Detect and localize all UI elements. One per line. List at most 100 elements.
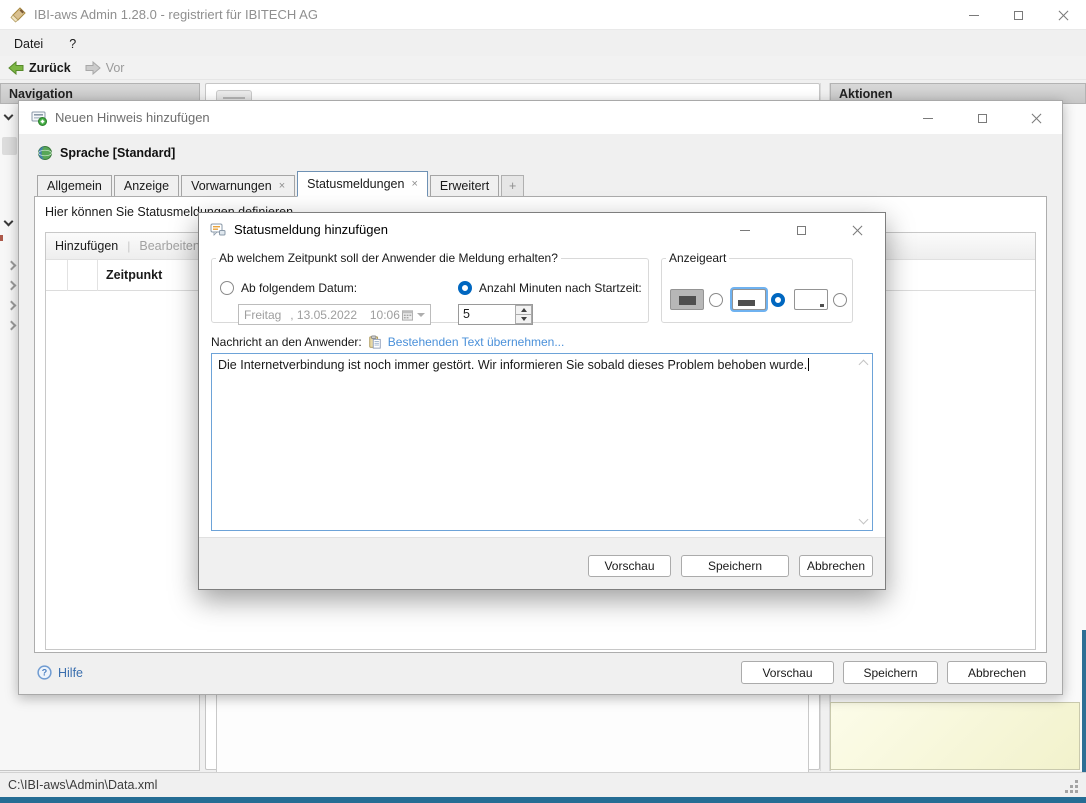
status-dialog-icon [210,222,226,238]
dropdown-caret-icon[interactable] [417,313,425,317]
minutes-option[interactable]: Anzahl Minuten nach Startzeit: [458,281,642,295]
display-option-windowed[interactable] [794,289,847,310]
close-icon[interactable] [1016,102,1056,134]
status-dialog-footer: Vorschau Speichern Abbrechen [199,537,885,589]
toolbar: Zurück Vor [0,56,1086,80]
tree-expander-right-icon[interactable] [7,261,17,271]
list-edit-button[interactable]: Bearbeiten [139,239,199,253]
message-row: Nachricht an den Anwender: Bestehenden T… [211,335,564,349]
tab-allgemein[interactable]: Allgemein [37,175,112,197]
status-dialog-buttons: Vorschau Speichern Abbrechen [588,555,873,577]
close-icon[interactable] [1041,0,1086,30]
window-title: IBI-aws Admin 1.28.0 - registriert für I… [34,7,318,22]
window-bottom-edge [0,797,1086,803]
take-existing-text-link[interactable]: Bestehenden Text übernehmen... [388,335,565,349]
date-time: 10:06 [370,308,400,322]
date-radio[interactable] [220,281,234,295]
language-label: Sprache [Standard] [60,146,175,160]
tree-expander-right-icon[interactable] [7,281,17,291]
minutes-spinner[interactable]: 5 [458,304,533,325]
screen: IBI-aws Admin 1.28.0 - registriert für I… [0,0,1086,803]
cancel-button[interactable]: Abbrechen [947,661,1047,684]
maximize-icon[interactable] [996,0,1041,30]
column-header-zeitpunkt[interactable]: Zeitpunkt [106,260,162,291]
hint-dialog-titlebar: Neuen Hinweis hinzufügen [19,101,1062,134]
cancel-button[interactable]: Abbrechen [799,555,873,577]
plus-icon: + [509,179,516,193]
hint-dialog-tabs: Allgemein Anzeige Vorwarnungen× Statusme… [37,171,524,197]
tree-expander-down-icon[interactable] [4,111,14,121]
fullscreen-radio[interactable] [709,293,723,307]
preview-button[interactable]: Vorschau [741,661,834,684]
minimize-icon[interactable] [908,102,948,134]
main-window-controls [951,0,1086,30]
save-button[interactable]: Speichern [843,661,938,684]
forward-arrow-icon [85,61,101,75]
tab-close-icon[interactable]: × [279,181,285,192]
tree-selected-item[interactable] [2,137,17,155]
hint-dialog-title: Neuen Hinweis hinzufügen [55,110,210,125]
tab-anzeige[interactable]: Anzeige [114,175,179,197]
resize-grip-icon[interactable] [1075,780,1078,783]
minimize-icon[interactable] [951,0,996,30]
globe-icon [37,145,53,161]
tab-add[interactable]: + [501,175,524,197]
tree-item-icon [0,235,3,241]
tab-close-icon[interactable]: × [411,179,417,190]
date-option[interactable]: Ab folgendem Datum: [220,281,357,295]
hint-dialog-icon [31,110,47,126]
hint-dialog-footer: ? Hilfe Vorschau Speichern Abbrechen [19,651,1062,694]
minutes-value[interactable]: 5 [459,305,515,324]
tree-expander-right-icon[interactable] [7,321,17,331]
status-message-dialog: Statusmeldung hinzufügen Ab welchem Zeit… [198,212,886,590]
paste-text-icon[interactable] [368,335,382,349]
main-titlebar: IBI-aws Admin 1.28.0 - registriert für I… [0,0,1086,30]
language-selector[interactable]: Sprache [Standard] [37,145,175,161]
hint-dialog-window-controls [908,102,1056,134]
banner-radio[interactable] [771,293,785,307]
spinner-buttons [515,305,532,324]
date-picker[interactable]: Freitag , 13.05.2022 10:06 [238,304,431,325]
tab-erweitert[interactable]: Erweitert [430,175,499,197]
tab-vorwarnungen[interactable]: Vorwarnungen× [181,175,295,197]
back-arrow-icon [8,61,24,75]
fullscreen-thumbnail-icon[interactable] [670,289,704,310]
menu-help[interactable]: ? [69,37,76,51]
list-add-button[interactable]: Hinzufügen [55,239,118,253]
display-option-banner[interactable] [732,289,785,310]
tree-expander-right-icon[interactable] [7,301,17,311]
statusbar: C:\IBI-aws\Admin\Data.xml [0,772,1086,797]
minutes-option-label: Anzahl Minuten nach Startzeit: [479,281,642,295]
message-label: Nachricht an den Anwender: [211,335,362,349]
back-button[interactable]: Zurück [8,61,71,75]
status-dialog-title: Statusmeldung hinzufügen [234,222,388,237]
tab-statusmeldungen[interactable]: Statusmeldungen× [297,171,428,197]
maximize-icon[interactable] [962,102,1002,134]
windowed-thumbnail-icon[interactable] [794,289,828,310]
windowed-radio[interactable] [833,293,847,307]
spin-down-icon[interactable] [515,315,532,324]
forward-button[interactable]: Vor [85,61,125,75]
minimize-icon[interactable] [725,214,765,246]
tree-expander-down-icon[interactable] [4,217,14,227]
banner-thumbnail-icon[interactable] [732,289,766,310]
calendar-icon[interactable] [402,309,413,321]
scroll-down-icon[interactable] [859,515,869,525]
toolbar-separator: | [127,239,130,253]
message-textarea[interactable]: Die Internetverbindung ist noch immer ge… [211,353,873,531]
actions-note-box [830,702,1080,770]
preview-button[interactable]: Vorschau [588,555,671,577]
scroll-up-icon[interactable] [859,360,869,370]
save-button[interactable]: Speichern [681,555,789,577]
spin-up-icon[interactable] [515,305,532,315]
display-option-fullscreen[interactable] [670,289,723,310]
status-dialog-window-controls [725,214,877,246]
minutes-radio[interactable] [458,281,472,295]
menu-datei[interactable]: Datei [14,37,43,51]
close-icon[interactable] [837,214,877,246]
date-value: , 13.05.2022 [290,308,370,322]
help-link[interactable]: ? Hilfe [37,665,83,680]
maximize-icon[interactable] [781,214,821,246]
message-text: Die Internetverbindung ist noch immer ge… [218,358,807,372]
status-dialog-titlebar: Statusmeldung hinzufügen [199,213,885,246]
